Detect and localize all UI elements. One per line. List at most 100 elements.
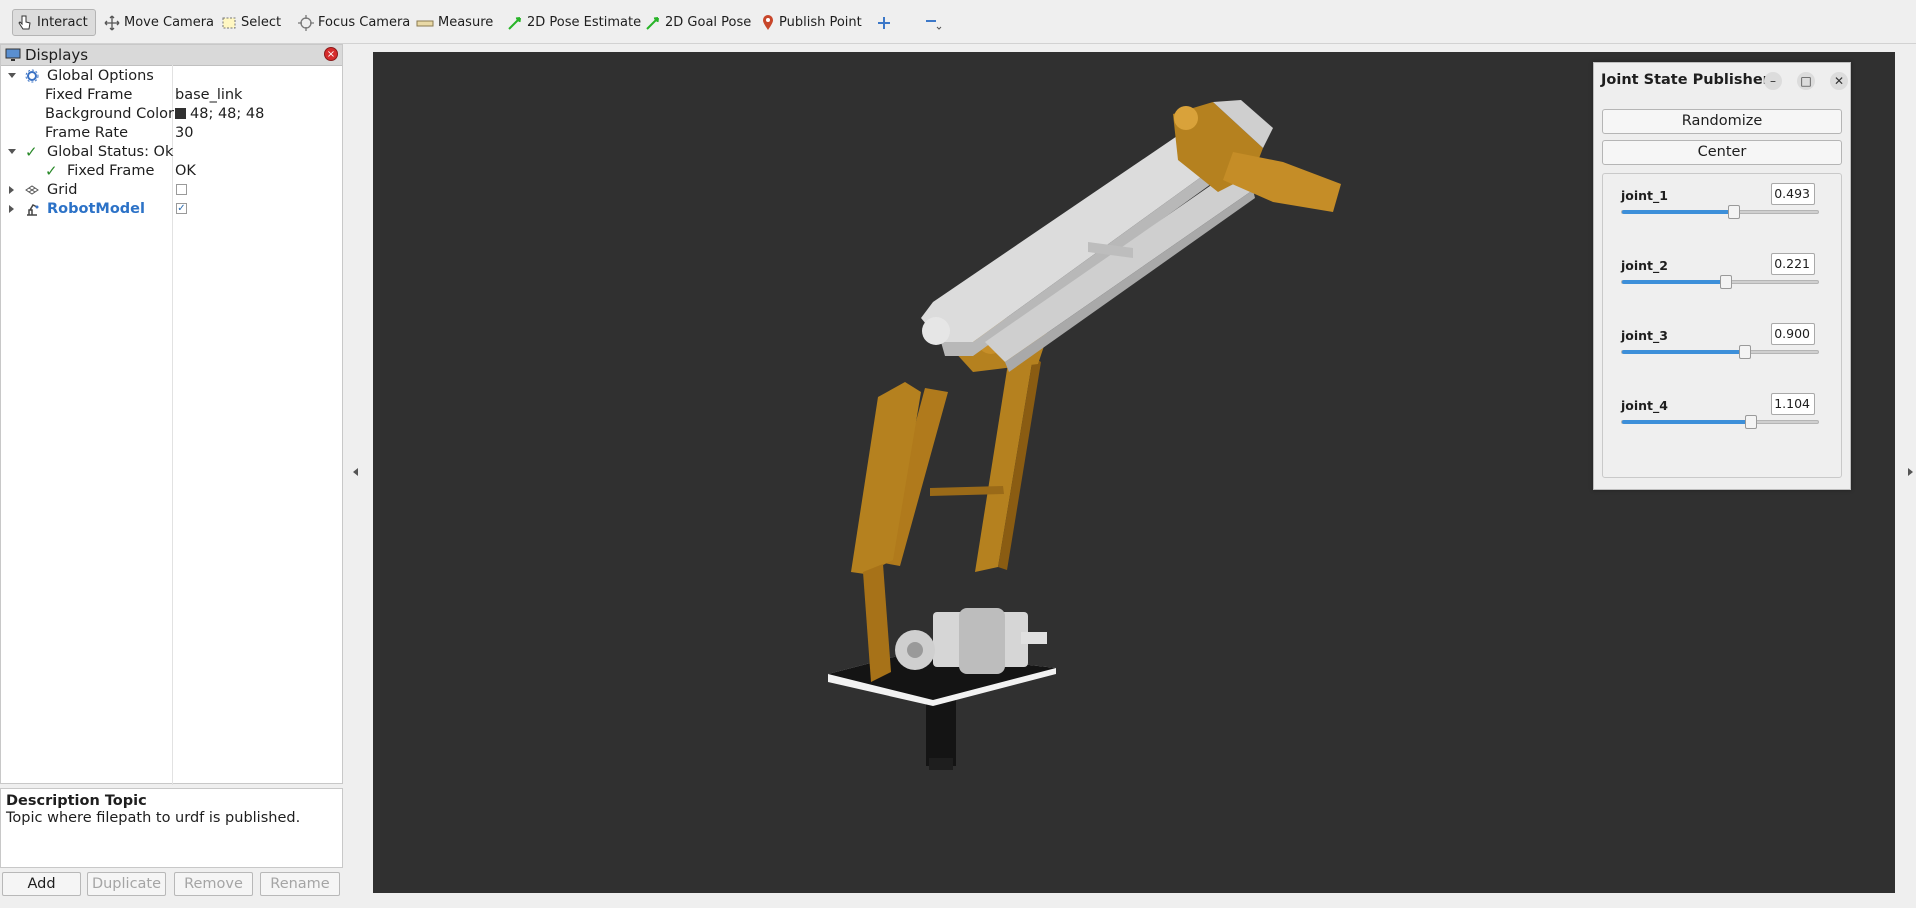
map-pin-icon — [763, 14, 773, 30]
joint-3-slider[interactable] — [1621, 345, 1819, 359]
tree-item-fixed-frame[interactable]: Fixed Frame base_link — [1, 85, 342, 104]
focus-camera-label: Focus Camera — [318, 15, 411, 30]
remove-display-button[interactable]: Remove — [174, 872, 253, 896]
tree-item-frame-rate[interactable]: Frame Rate 30 — [1, 123, 342, 142]
frame-rate-label: Frame Rate — [45, 124, 129, 141]
base-motor-cap — [929, 758, 953, 770]
joint-state-publisher-window: Joint State Publisher – □ ✕ Randomize Ce… — [1593, 62, 1851, 490]
interact-label: Interact — [37, 15, 88, 30]
status-ok-check-icon: ✓ — [25, 142, 38, 161]
joint-3-label: joint_3 — [1621, 328, 1668, 343]
joint-2-slider-handle[interactable] — [1719, 275, 1732, 289]
joint-1-label: joint_1 — [1621, 188, 1668, 203]
description-title: Description Topic — [6, 793, 147, 809]
select-tool-button[interactable]: Select — [217, 9, 285, 36]
joint-4-label: joint_4 — [1621, 398, 1668, 413]
collapse-arrow-icon[interactable] — [9, 204, 14, 213]
joint-4-slider-fill — [1622, 420, 1752, 424]
focus-camera-icon — [298, 14, 314, 31]
status-fixed-frame-value: OK — [175, 162, 196, 179]
joint-2-slider[interactable] — [1621, 275, 1819, 289]
randomize-button[interactable]: Randomize — [1602, 109, 1842, 134]
upper-link-end — [922, 317, 950, 345]
rename-display-button[interactable]: Rename — [260, 872, 340, 896]
background-color-value-cell[interactable]: 48; 48; 48 — [175, 106, 264, 122]
remove-tool-button[interactable] — [918, 9, 952, 36]
minimize-icon[interactable]: – — [1764, 72, 1782, 90]
move-camera-tool-button[interactable]: Move Camera — [100, 9, 218, 36]
add-display-button[interactable]: Add — [2, 872, 81, 896]
focus-camera-tool-button[interactable]: Focus Camera — [294, 9, 414, 36]
description-box: Description Topic Topic where filepath t… — [0, 788, 343, 868]
joint-2-slider-fill — [1622, 280, 1726, 284]
select-label: Select — [241, 15, 282, 30]
tree-item-robot-model[interactable]: RobotModel ✓ — [1, 199, 342, 218]
robot-model-icon — [27, 203, 39, 216]
minus-dropdown-icon — [926, 19, 942, 30]
jsp-title: Joint State Publisher — [1601, 72, 1770, 88]
grid-icon — [25, 184, 39, 195]
displays-header: Displays × — [1, 45, 342, 66]
close-icon[interactable]: ✕ — [1830, 72, 1848, 90]
frame-rate-value[interactable]: 30 — [175, 125, 193, 141]
joint-1-slider-fill — [1622, 210, 1734, 214]
joint-2-label: joint_2 — [1621, 258, 1668, 273]
grid-label: Grid — [47, 181, 78, 198]
joint-3-slider-fill — [1622, 350, 1746, 354]
global-status-label: Global Status: Ok — [47, 143, 174, 160]
move-camera-label: Move Camera — [124, 15, 215, 30]
description-text: Topic where filepath to urdf is publishe… — [6, 810, 301, 826]
add-tool-button[interactable] — [872, 9, 900, 36]
green-arrow-icon — [508, 16, 521, 30]
global-options-label: Global Options — [47, 67, 154, 84]
joint-3-slider-handle[interactable] — [1739, 345, 1752, 359]
pose-estimate-tool-button[interactable]: 2D Pose Estimate — [503, 9, 645, 36]
joint-1-slider-handle[interactable] — [1727, 205, 1740, 219]
tree-item-status-fixed-frame[interactable]: ✓ Fixed Frame OK — [1, 161, 342, 180]
joint-3-value-input[interactable]: 0.900 — [1771, 323, 1815, 345]
collapse-right-panel-icon[interactable] — [1908, 468, 1913, 476]
displays-title: Displays — [25, 46, 89, 64]
collapse-left-panel-icon[interactable] — [353, 468, 358, 476]
tree-item-global-options[interactable]: Global Options — [1, 66, 342, 85]
ruler-icon — [416, 20, 434, 26]
joint-4-slider-handle[interactable] — [1745, 415, 1758, 429]
pose-estimate-label: 2D Pose Estimate — [527, 15, 642, 30]
expand-arrow-icon[interactable] — [8, 73, 16, 78]
fixed-frame-value[interactable]: base_link — [175, 87, 242, 103]
motor-shaft — [1021, 632, 1047, 644]
status-ok-check-icon: ✓ — [45, 161, 58, 180]
joint-1-value-input[interactable]: 0.493 — [1771, 183, 1815, 205]
tree-item-grid[interactable]: Grid — [1, 180, 342, 199]
goal-pose-label: 2D Goal Pose — [665, 15, 752, 30]
tree-item-background-color[interactable]: Background Color 48; 48; 48 — [1, 104, 342, 123]
gearbox — [959, 608, 1005, 674]
tree-item-global-status[interactable]: ✓ Global Status: Ok — [1, 142, 342, 161]
joint-4-value-input[interactable]: 1.104 — [1771, 393, 1815, 415]
robot-model-enable-checkbox[interactable]: ✓ — [176, 203, 187, 214]
grid-enable-checkbox[interactable] — [176, 184, 187, 195]
publish-point-tool-button[interactable]: Publish Point — [757, 9, 866, 36]
move-camera-icon — [104, 15, 120, 30]
expand-arrow-icon[interactable] — [8, 149, 16, 154]
collapse-arrow-icon[interactable] — [9, 185, 14, 194]
jsp-titlebar[interactable]: Joint State Publisher – □ ✕ — [1594, 63, 1850, 97]
joint-4-slider[interactable] — [1621, 415, 1819, 429]
measure-tool-button[interactable]: Measure — [412, 9, 497, 36]
duplicate-display-button[interactable]: Duplicate — [87, 872, 166, 896]
wrist-hub — [1174, 106, 1198, 130]
status-fixed-frame-label: Fixed Frame — [67, 162, 155, 179]
fixed-frame-label: Fixed Frame — [45, 86, 133, 103]
base-motor — [926, 700, 956, 766]
measure-label: Measure — [438, 15, 494, 30]
goal-pose-tool-button[interactable]: 2D Goal Pose — [641, 9, 755, 36]
color-swatch — [175, 107, 186, 119]
joint-2-value-input[interactable]: 0.221 — [1771, 253, 1815, 275]
maximize-icon[interactable]: □ — [1797, 72, 1815, 90]
interact-tool-button[interactable]: Interact — [12, 9, 96, 36]
robot-model-label: RobotModel — [47, 200, 145, 217]
close-panel-icon[interactable]: × — [324, 47, 338, 61]
monitor-icon — [5, 48, 21, 61]
center-button[interactable]: Center — [1602, 140, 1842, 165]
joint-1-slider[interactable] — [1621, 205, 1819, 219]
